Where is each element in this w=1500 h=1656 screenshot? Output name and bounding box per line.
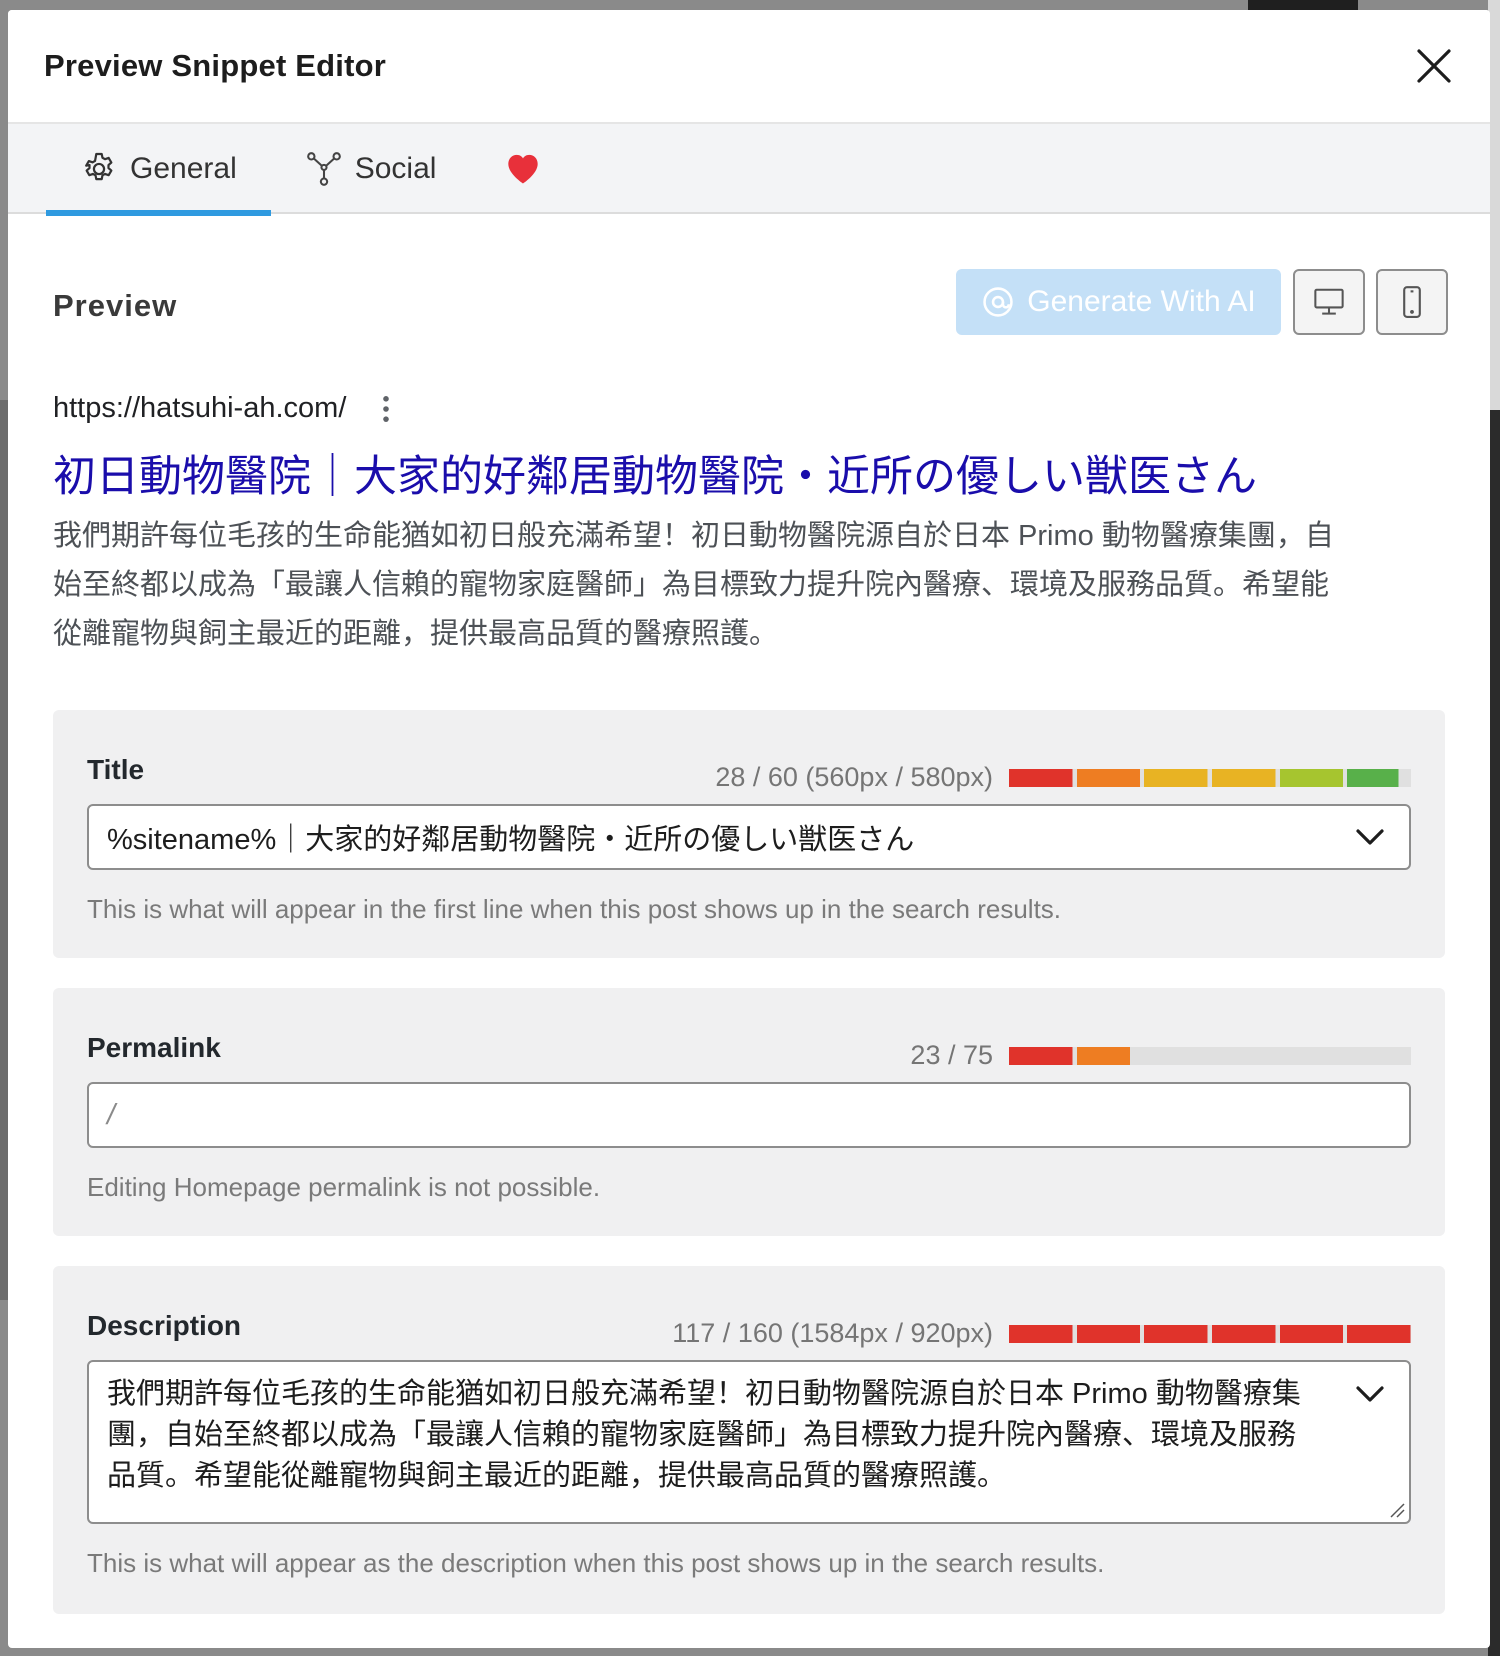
serp-url: https://hatsuhi-ah.com/ xyxy=(53,392,347,424)
meter-segment xyxy=(1279,1047,1344,1065)
generate-ai-label: Generate With AI xyxy=(1027,285,1256,318)
serp-url-row: https://hatsuhi-ah.com/ xyxy=(53,392,390,425)
title-input[interactable]: %sitename%｜大家的好鄰居動物醫院・近所の優しい獣医さん xyxy=(87,804,1411,870)
desktop-icon xyxy=(1314,288,1344,315)
meter-segment xyxy=(1076,1047,1141,1065)
title-char-count: 28 / 60 (560px / 580px) xyxy=(715,762,993,792)
title-field-label: Title xyxy=(87,754,145,785)
tab-general[interactable]: General xyxy=(46,124,271,216)
meter-segment xyxy=(1009,1325,1073,1343)
meter-segment xyxy=(1076,769,1141,787)
description-help-text: This is what will appear as the descript… xyxy=(87,1548,1105,1578)
meter-segment xyxy=(1347,1047,1411,1065)
generate-ai-button[interactable]: Generate With AI xyxy=(956,269,1281,335)
close-icon xyxy=(1417,49,1451,83)
chevron-down-icon[interactable] xyxy=(1355,827,1385,847)
description-field-section: Description 117 / 160 (1584px / 920px) 我… xyxy=(53,1266,1445,1614)
tab-favorite[interactable] xyxy=(470,124,576,212)
tab-general-label: General xyxy=(130,152,237,185)
permalink-length-meter xyxy=(1009,1047,1411,1065)
permalink-field-label: Permalink xyxy=(87,1032,221,1063)
snippet-editor-modal: Preview Snippet Editor General Social Pr… xyxy=(8,10,1490,1648)
tab-social-label: Social xyxy=(354,152,437,185)
permalink-help-text: Editing Homepage permalink is not possib… xyxy=(87,1172,601,1202)
desktop-preview-button[interactable] xyxy=(1293,269,1365,335)
mobile-preview-button[interactable] xyxy=(1376,269,1448,335)
backdrop-left xyxy=(0,400,8,1300)
mobile-icon xyxy=(1403,286,1421,318)
preview-header: Preview Generate With AI xyxy=(53,214,1448,364)
meter-segment xyxy=(1347,769,1411,787)
description-textarea-value: 我們期許每位毛孩的生命能猶如初日般充滿希望！初日動物醫院源自於日本 Primo … xyxy=(107,1378,1301,1492)
modal-header: Preview Snippet Editor xyxy=(8,10,1490,124)
meter-segment xyxy=(1211,1325,1276,1343)
title-input-value: %sitename%｜大家的好鄰居動物醫院・近所の優しい獣医さん xyxy=(107,824,915,856)
permalink-char-count: 23 / 75 xyxy=(910,1040,993,1070)
description-field-label: Description xyxy=(87,1310,242,1341)
meter-segment xyxy=(1009,769,1073,787)
serp-description: 我們期許每位毛孩的生命能猶如初日般充滿希望！初日動物醫院源自於日本 Primo … xyxy=(53,520,1334,650)
permalink-input[interactable]: / xyxy=(87,1082,1411,1148)
meter-segment xyxy=(1144,1047,1208,1065)
editor-content: Preview Generate With AI https://hatsuhi… xyxy=(53,214,1448,1614)
modal-title: Preview Snippet Editor xyxy=(44,48,387,83)
meter-segment xyxy=(1144,769,1208,787)
preview-heading: Preview xyxy=(53,288,178,323)
meter-segment xyxy=(1279,1325,1344,1343)
resize-handle-icon[interactable] xyxy=(1387,1500,1405,1518)
description-char-count: 117 / 160 (1584px / 920px) xyxy=(672,1318,993,1348)
description-textarea[interactable]: 我們期許每位毛孩的生命能猶如初日般充滿希望！初日動物醫院源自於日本 Primo … xyxy=(87,1360,1411,1524)
gear-icon xyxy=(85,152,113,181)
meter-segment xyxy=(1076,1325,1141,1343)
title-help-text: This is what will appear in the first li… xyxy=(87,894,1062,924)
description-length-meter xyxy=(1009,1325,1411,1343)
chevron-down-icon[interactable] xyxy=(1355,1384,1385,1404)
more-options-icon[interactable] xyxy=(382,395,390,423)
permalink-field-section: Permalink 23 / 75 / Editing Homepage per… xyxy=(53,988,1445,1236)
tab-bar: General Social xyxy=(8,124,1490,216)
tab-social[interactable]: Social xyxy=(271,124,471,214)
heart-icon xyxy=(508,154,539,184)
meter-segment xyxy=(1144,1325,1208,1343)
share-nodes-icon xyxy=(306,152,341,186)
permalink-input-value: / xyxy=(107,1098,116,1131)
meter-segment xyxy=(1211,769,1276,787)
ai-icon xyxy=(983,287,1013,317)
title-length-meter xyxy=(1009,769,1411,787)
serp-title: 初日動物醫院｜大家的好鄰居動物醫院・近所の優しい獣医さん xyxy=(53,453,1257,501)
title-field-section: Title 28 / 60 (560px / 580px) %sitename%… xyxy=(53,710,1445,958)
close-button[interactable] xyxy=(1412,44,1456,88)
meter-segment xyxy=(1347,1325,1411,1343)
meter-segment xyxy=(1211,1047,1276,1065)
meter-segment xyxy=(1279,769,1344,787)
meter-segment xyxy=(1009,1047,1073,1065)
